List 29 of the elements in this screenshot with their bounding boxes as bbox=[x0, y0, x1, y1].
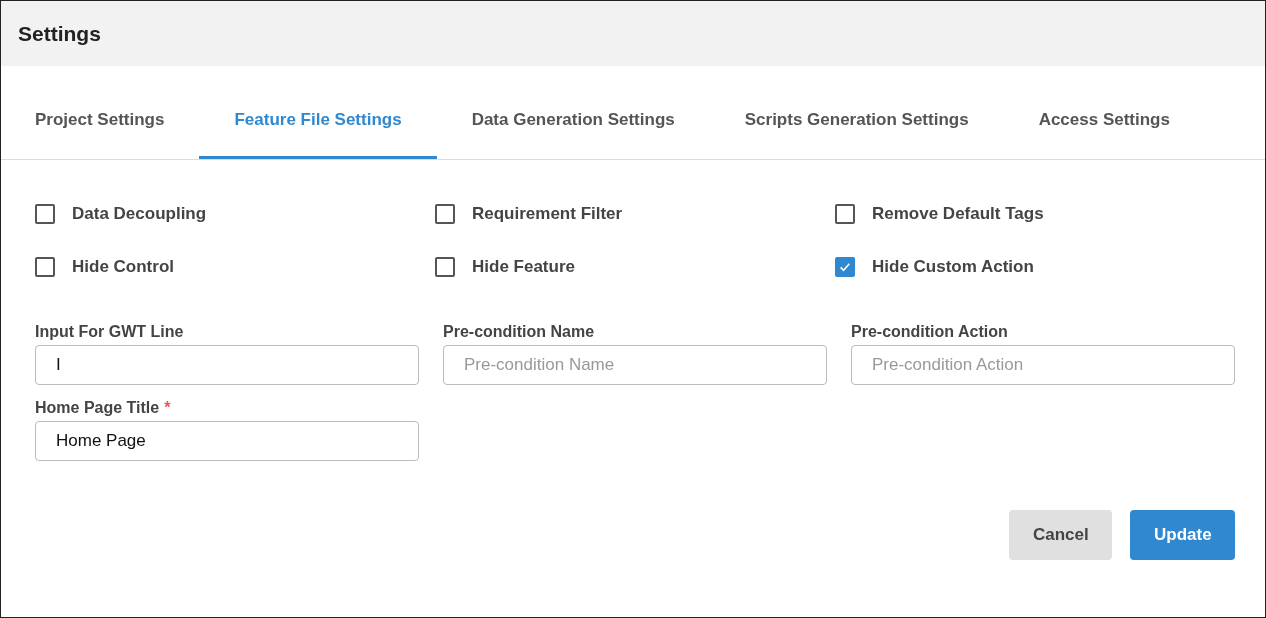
tab[interactable]: Project Settings bbox=[1, 66, 200, 159]
cancel-button[interactable]: Cancel bbox=[1009, 510, 1112, 560]
checkbox-label: Data Decoupling bbox=[72, 204, 207, 224]
required-mark: * bbox=[164, 399, 171, 417]
field-label: Home Page Title bbox=[35, 399, 160, 417]
checkbox[interactable] bbox=[835, 257, 855, 277]
update-button[interactable]: Update bbox=[1130, 510, 1235, 560]
input-field[interactable]: Pre-condition Name bbox=[443, 345, 827, 385]
checkbox[interactable] bbox=[35, 204, 55, 224]
field-label: Pre-condition Action bbox=[851, 323, 1008, 341]
checkbox[interactable] bbox=[835, 204, 855, 224]
checkbox-label: Remove Default Tags bbox=[872, 204, 1044, 224]
checkbox-label: Hide Control bbox=[72, 257, 174, 277]
field-label: Pre-condition Name bbox=[443, 323, 595, 341]
input-field[interactable]: Pre-condition Action bbox=[851, 345, 1235, 385]
tab[interactable]: Access Settings bbox=[1003, 66, 1205, 159]
input-field[interactable]: I bbox=[35, 345, 419, 385]
field-label: Input For GWT Line bbox=[35, 323, 184, 341]
window-title: Settings bbox=[18, 21, 101, 46]
tab[interactable]: Feature File Settings bbox=[199, 66, 437, 159]
tab[interactable]: Scripts Generation Settings bbox=[709, 66, 1004, 159]
checkbox[interactable] bbox=[35, 257, 55, 277]
checkbox[interactable] bbox=[435, 257, 455, 277]
checkbox[interactable] bbox=[435, 204, 455, 224]
checkbox-label: Hide Custom Action bbox=[872, 257, 1034, 277]
checkbox-label: Requirement Filter bbox=[472, 204, 623, 224]
tab[interactable]: Data Generation Settings bbox=[436, 66, 710, 159]
input-field[interactable]: Home Page bbox=[35, 421, 419, 461]
checkbox-label: Hide Feature bbox=[472, 257, 575, 277]
